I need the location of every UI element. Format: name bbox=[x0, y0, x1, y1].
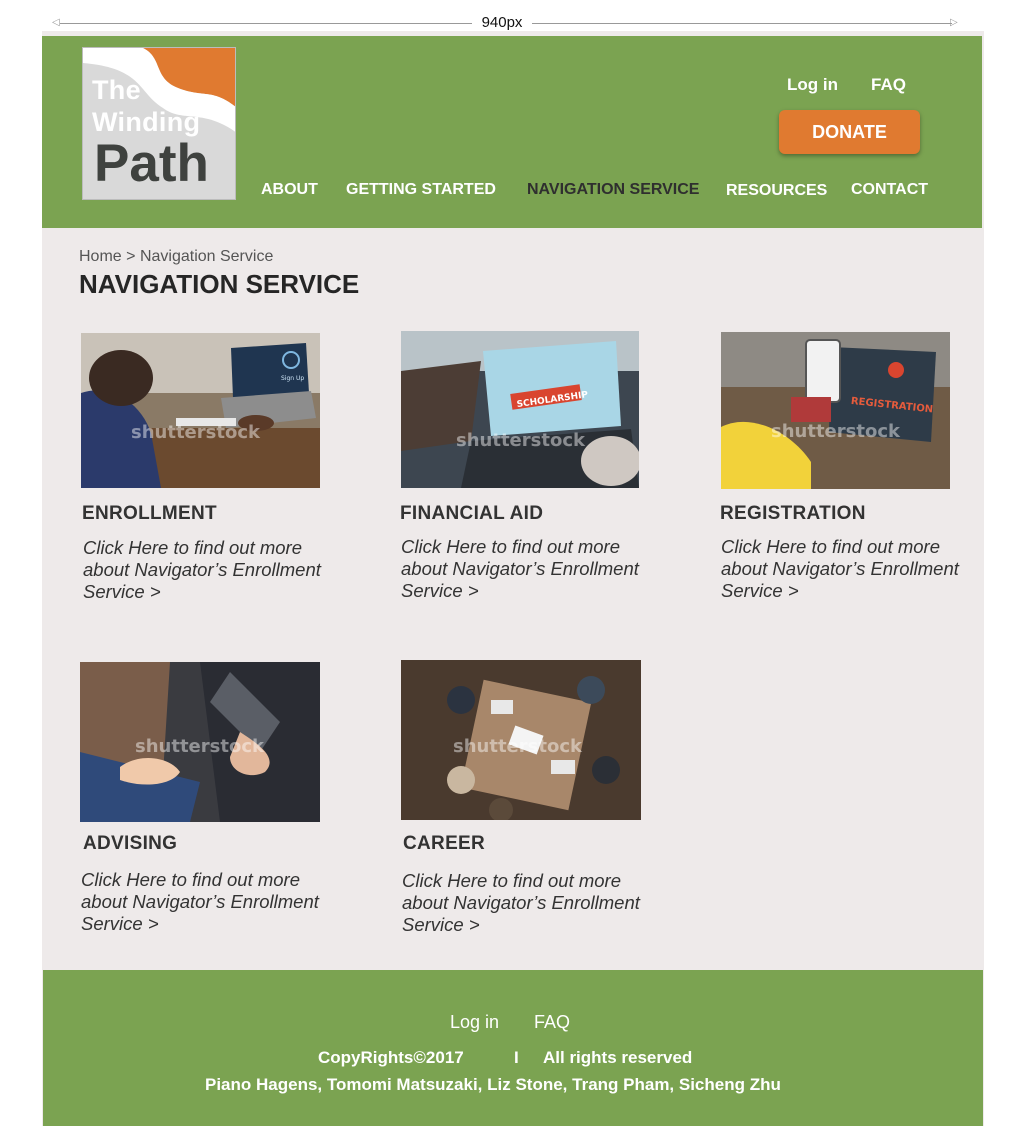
card-link-enrollment[interactable]: Click Here to find out more about Naviga… bbox=[83, 537, 333, 603]
login-link[interactable]: Log in bbox=[787, 75, 838, 95]
advising-image[interactable]: shutterstock bbox=[80, 662, 320, 822]
footer-divider: I bbox=[514, 1048, 519, 1067]
nav-navigation-service[interactable]: NAVIGATION SERVICE bbox=[527, 181, 699, 199]
nav-resources[interactable]: RESOURCES bbox=[726, 182, 827, 200]
svg-text:shutterstock: shutterstock bbox=[771, 421, 901, 442]
card-title-registration: REGISTRATION bbox=[720, 503, 866, 524]
nav-contact[interactable]: CONTACT bbox=[851, 181, 928, 199]
ruler-left-arrow-icon: ◁ bbox=[52, 17, 60, 28]
logo-text-path: Path bbox=[94, 134, 209, 193]
card-link-advising[interactable]: Click Here to find out more about Naviga… bbox=[81, 869, 331, 935]
card-title-enrollment: ENROLLMENT bbox=[82, 503, 217, 524]
ruler-right-arrow-icon: ▷ bbox=[950, 17, 958, 28]
ruler-line-left bbox=[60, 23, 472, 24]
footer-authors: Piano Hagens, Tomomi Matsuzaki, Liz Ston… bbox=[205, 1075, 781, 1094]
breadcrumb-current: Navigation Service bbox=[139, 248, 274, 265]
site-logo[interactable]: The Winding Path bbox=[82, 47, 236, 200]
card-title-financial-aid: FINANCIAL AID bbox=[400, 503, 544, 524]
nav-getting-started[interactable]: GETTING STARTED bbox=[346, 181, 496, 199]
svg-text:Sign Up: Sign Up bbox=[281, 375, 304, 382]
card-link-financial-aid[interactable]: Click Here to find out more about Naviga… bbox=[401, 536, 651, 602]
footer-copyright: CopyRights©2017 bbox=[318, 1048, 464, 1067]
card-link-career[interactable]: Click Here to find out more about Naviga… bbox=[402, 870, 652, 936]
page-title: NAVIGATION SERVICE bbox=[79, 269, 360, 299]
svg-text:shutterstock: shutterstock bbox=[135, 736, 265, 757]
donate-button[interactable]: DONATE bbox=[779, 110, 920, 154]
enrollment-image[interactable]: Sign Up shutterstock bbox=[81, 333, 320, 488]
breadcrumb-home[interactable]: Home bbox=[79, 248, 122, 265]
registration-image[interactable]: REGISTRATION shutterstock bbox=[721, 332, 950, 489]
svg-text:shutterstock: shutterstock bbox=[453, 736, 583, 757]
logo-text-winding: Winding bbox=[92, 107, 201, 137]
logo-text-the: The bbox=[92, 75, 141, 105]
footer-login-link[interactable]: Log in bbox=[450, 1012, 499, 1033]
faq-link[interactable]: FAQ bbox=[871, 75, 906, 95]
svg-text:shutterstock: shutterstock bbox=[131, 422, 261, 443]
career-image[interactable]: shutterstock bbox=[401, 660, 641, 820]
site-footer bbox=[43, 970, 983, 1126]
ruler-line-right bbox=[532, 23, 952, 24]
footer-faq-link[interactable]: FAQ bbox=[534, 1012, 570, 1033]
svg-text:shutterstock: shutterstock bbox=[456, 430, 586, 451]
breadcrumb-separator: > bbox=[126, 248, 136, 265]
card-link-registration[interactable]: Click Here to find out more about Naviga… bbox=[721, 536, 971, 602]
card-title-advising: ADVISING bbox=[83, 833, 178, 854]
footer-rights: All rights reserved bbox=[543, 1048, 693, 1067]
financial-aid-image[interactable]: SCHOLARSHIP shutterstock bbox=[401, 331, 639, 488]
nav-about[interactable]: ABOUT bbox=[261, 181, 318, 199]
card-title-career: CAREER bbox=[403, 833, 486, 854]
width-annotation: 940px bbox=[473, 14, 531, 31]
breadcrumb: Home > Navigation Service bbox=[79, 248, 273, 266]
